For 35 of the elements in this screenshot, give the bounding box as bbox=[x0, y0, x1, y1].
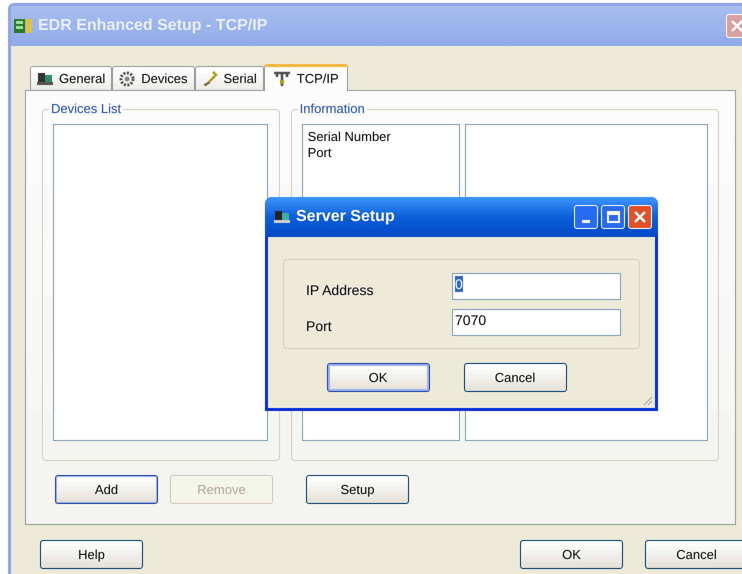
gear-icon bbox=[119, 70, 136, 86]
tab[interactable]: General bbox=[30, 66, 112, 90]
input-field[interactable]: 7070 bbox=[452, 308, 621, 336]
window-title: EDR Enhanced Setup - TCP/IP bbox=[38, 16, 268, 36]
tab[interactable]: TCP/IP bbox=[264, 64, 348, 91]
resize-grip-icon bbox=[641, 394, 653, 406]
maximize-button[interactable] bbox=[601, 205, 625, 229]
computer-icon bbox=[274, 210, 290, 224]
button[interactable]: OK bbox=[520, 540, 623, 569]
cable-icon bbox=[202, 70, 218, 86]
close-icon bbox=[731, 20, 742, 32]
close-button[interactable] bbox=[628, 205, 652, 229]
maximize-icon bbox=[606, 211, 620, 223]
button[interactable]: Help bbox=[40, 540, 143, 569]
button[interactable]: Cancel bbox=[464, 363, 566, 392]
minimize-icon bbox=[582, 220, 590, 223]
setup-button[interactable]: Setup bbox=[306, 475, 409, 504]
devices-list[interactable] bbox=[53, 124, 268, 441]
close-icon bbox=[634, 211, 646, 223]
network-icon bbox=[272, 71, 291, 87]
field-label: IP Address bbox=[306, 280, 374, 300]
close-button[interactable] bbox=[726, 14, 742, 38]
field-name: Port bbox=[308, 145, 332, 161]
input-field[interactable]: 0 bbox=[452, 272, 621, 300]
tab[interactable]: Devices bbox=[112, 66, 194, 90]
minimize-button[interactable] bbox=[574, 205, 598, 229]
computer-icon bbox=[37, 72, 53, 86]
app-icon bbox=[14, 18, 32, 34]
button[interactable]: OK bbox=[326, 363, 430, 392]
tab[interactable]: Serial bbox=[194, 66, 264, 90]
field-name: Serial Number bbox=[308, 129, 392, 145]
button[interactable]: Cancel bbox=[645, 540, 742, 569]
button[interactable]: Add bbox=[55, 475, 158, 504]
dialog-title: Server Setup bbox=[296, 207, 395, 227]
field-label: Port bbox=[306, 316, 333, 336]
